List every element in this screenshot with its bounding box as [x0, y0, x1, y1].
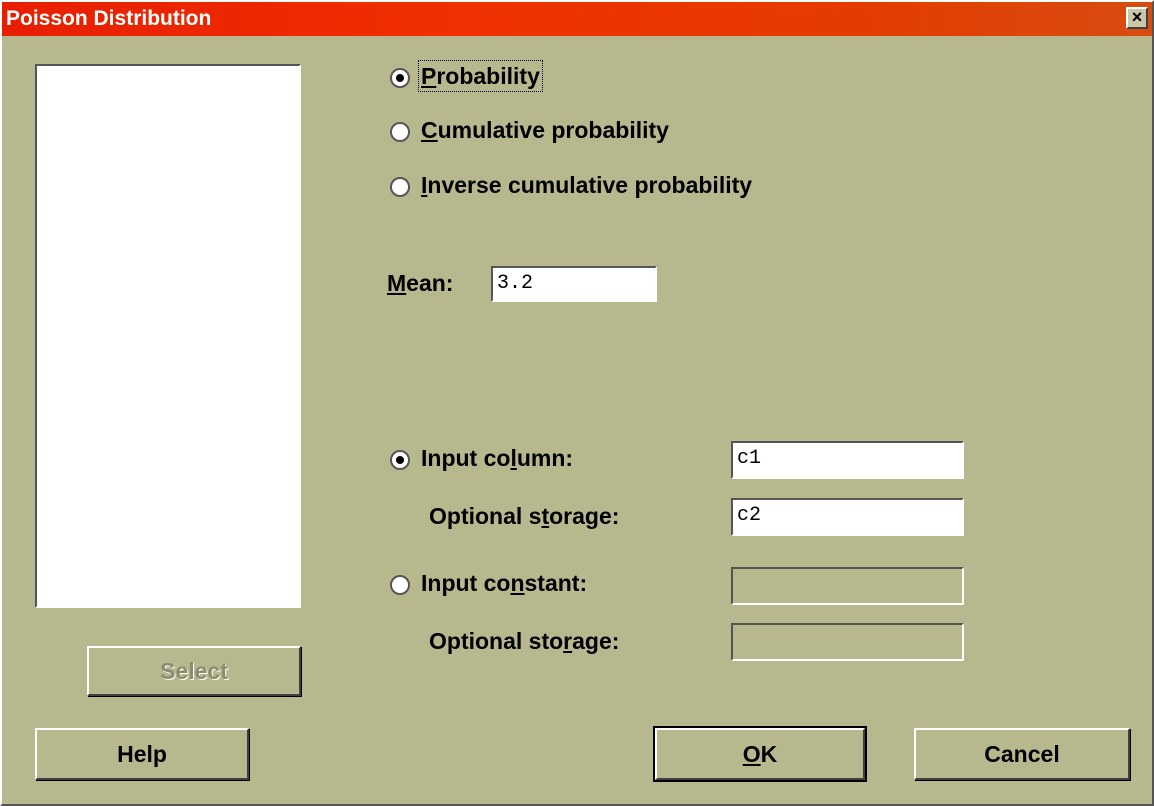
title-bar[interactable]: Poisson Distribution × — [2, 2, 1152, 36]
column-optional-storage-field[interactable]: c2 — [731, 498, 964, 536]
cancel-button-label: Cancel — [984, 741, 1060, 767]
constant-optional-storage-field[interactable] — [731, 623, 964, 661]
column-optional-storage-label: Optional storage: — [429, 503, 620, 529]
radio-input-constant[interactable] — [390, 575, 410, 595]
help-button[interactable]: Help — [35, 728, 249, 780]
radio-cumulative-probability[interactable] — [390, 122, 410, 142]
cumulative-probability-label[interactable]: Cumulative probability — [421, 117, 669, 144]
window-title: Poisson Distribution — [6, 7, 212, 30]
input-column-label[interactable]: Input column: — [421, 445, 573, 472]
close-icon: × — [1131, 7, 1143, 27]
close-button[interactable]: × — [1126, 7, 1148, 29]
radio-inverse-cumulative-probability[interactable] — [390, 177, 410, 197]
radio-selected-dot — [396, 74, 404, 82]
inverse-cumulative-probability-label[interactable]: Inverse cumulative probability — [421, 172, 752, 199]
select-button[interactable]: Select — [87, 646, 301, 696]
variables-listbox[interactable] — [35, 64, 301, 608]
probability-label[interactable]: Probability — [418, 60, 543, 92]
radio-probability[interactable] — [390, 68, 410, 88]
select-button-label: Select — [160, 658, 228, 684]
radio-selected-dot — [396, 456, 404, 464]
input-constant-field[interactable] — [731, 567, 964, 605]
help-button-label: Help — [117, 741, 167, 767]
mean-input[interactable]: 3.2 — [491, 266, 657, 302]
radio-input-column[interactable] — [390, 450, 410, 470]
ok-button[interactable]: OK — [653, 726, 867, 782]
poisson-distribution-dialog: Poisson Distribution × Select Probabilit… — [0, 0, 1154, 806]
mean-label: Mean: — [387, 270, 454, 296]
input-column-field[interactable]: c1 — [731, 441, 964, 479]
cancel-button[interactable]: Cancel — [914, 728, 1130, 780]
constant-optional-storage-label: Optional storage: — [429, 628, 620, 654]
input-constant-label[interactable]: Input constant: — [421, 570, 587, 597]
